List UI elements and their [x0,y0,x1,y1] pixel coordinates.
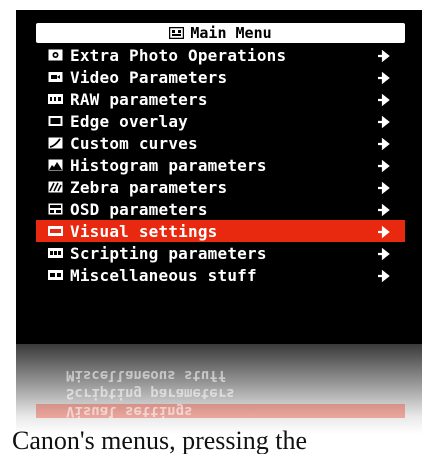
disp-icon [48,225,63,237]
menu-item-zebra-parameters[interactable]: Zebra parameters [36,176,405,198]
arrow-right-icon [377,246,391,261]
menu-item-video-parameters[interactable]: Video Parameters [36,66,405,88]
misc-icon [48,269,63,281]
arrow-right-icon [377,202,391,217]
arrow-right-icon [377,224,391,239]
camera-icon [169,27,185,39]
menu-item-label: Scripting parameters [70,243,267,263]
raw-icon [48,93,63,105]
script-icon [48,247,63,259]
camera-frame-icon [48,49,63,61]
menu-item-label: Visual settings [70,221,218,241]
histogram-icon [48,159,63,171]
menu-item-raw-parameters[interactable]: RAW parameters [36,88,405,110]
osd-icon [48,203,63,215]
menu-item-scripting-parameters[interactable]: Scripting parameters [36,242,405,264]
menu-item-label: RAW parameters [70,89,208,109]
arrow-right-icon [377,70,391,85]
arrow-right-icon [377,158,391,173]
menu-list: Extra Photo Operations Video Parameters … [36,44,405,286]
video-icon [48,71,63,83]
edge-icon [48,115,63,127]
menu-item-visual-settings[interactable]: Visual settings [36,220,405,242]
arrow-right-icon [377,114,391,129]
menu-item-miscellaneous-stuff[interactable]: Miscellaneous stuff [36,264,405,286]
arrow-right-icon [377,48,391,63]
menu-header: Main Menu [36,23,405,43]
menu-item-label: Video Parameters [70,67,228,87]
menu-item-label: Extra Photo Operations [70,45,287,65]
reflection-row: Scripting parameters [66,385,235,401]
reflection-row: Miscellaneous stuff [66,367,227,383]
menu-item-label: Custom curves [70,133,198,153]
menu-item-custom-curves[interactable]: Custom curves [36,132,405,154]
menu-item-label: Histogram parameters [70,155,267,175]
screen-reflection: Miscellaneous stuff Scripting parameters… [16,344,422,434]
reflection-row: Visual settings [36,403,405,419]
menu-title: Main Menu [190,24,272,42]
menu-item-label: Edge overlay [70,111,188,131]
arrow-right-icon [377,92,391,107]
zebra-icon [48,181,63,193]
menu-item-edge-overlay[interactable]: Edge overlay [36,110,405,132]
arrow-right-icon [377,136,391,151]
menu-item-label: OSD parameters [70,199,208,219]
menu-item-osd-parameters[interactable]: OSD parameters [36,198,405,220]
curve-icon [48,137,63,149]
menu-item-histogram-parameters[interactable]: Histogram parameters [36,154,405,176]
menu-item-label: Miscellaneous stuff [70,265,257,285]
menu-item-label: Zebra parameters [70,177,228,197]
menu-item-extra-photo-operations[interactable]: Extra Photo Operations [36,44,405,66]
arrow-right-icon [377,180,391,195]
arrow-right-icon [377,268,391,283]
